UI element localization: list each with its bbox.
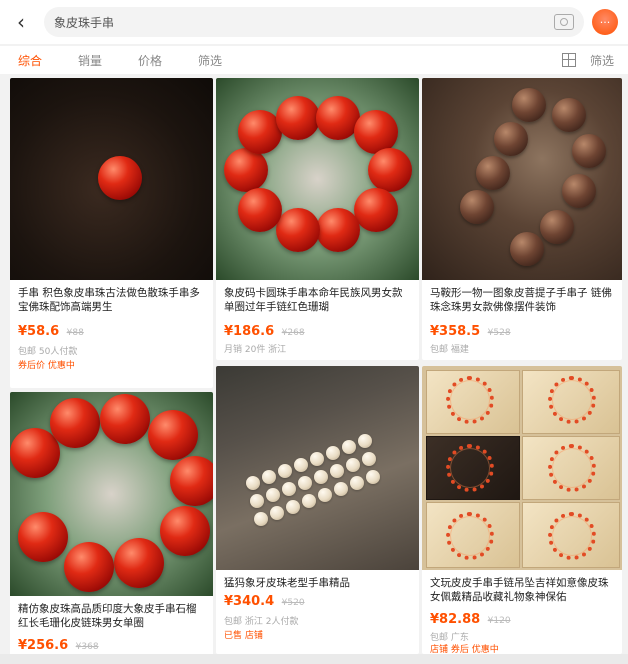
top-bar: ‹ 象皮珠手串 ··· (0, 0, 628, 44)
grid-view-icon[interactable] (561, 53, 576, 67)
product-meta: 包邮 50人付款 (18, 347, 78, 357)
product-meta: 包邮 浙江 2人付款 (224, 617, 299, 627)
product-price: ¥186.6 ¥268 (224, 324, 305, 339)
product-card[interactable]: 文玩皮皮手串手链吊坠吉祥如意像皮珠女佩戴精品收藏礼物象神保佑 ¥82.88 ¥1… (422, 366, 622, 654)
message-icon[interactable]: ··· (592, 9, 618, 35)
product-title[interactable]: 象皮码卡圆珠手串本命年民族风男女款单圈过年手链红色珊瑚 (224, 286, 411, 314)
product-tag: 店铺 券后 优惠中 (430, 645, 499, 654)
product-price: ¥256.6 ¥368 (18, 638, 99, 653)
product-title[interactable]: 手串 积色象皮串珠古法做色散珠手串多宝佛珠配饰高端男生 (18, 286, 205, 314)
product-title[interactable]: 文玩皮皮手串手链吊坠吉祥如意像皮珠女佩戴精品收藏礼物象神保佑 (430, 576, 614, 604)
product-image[interactable] (10, 78, 213, 280)
camera-icon[interactable] (554, 14, 574, 30)
product-image[interactable] (422, 366, 622, 570)
filter-tab-sales[interactable]: 销量 (60, 52, 120, 69)
product-title[interactable]: 精仿象皮珠高品质印度大象皮手串石榴红长毛珊化皮链珠男女单圈 (18, 602, 205, 630)
filter-tab-comprehensive[interactable]: 综合 (0, 52, 60, 69)
list-bottom-edge (0, 654, 628, 664)
product-image[interactable] (216, 366, 419, 570)
product-tag: 已售 店铺 (224, 631, 263, 641)
product-image[interactable] (216, 78, 419, 280)
product-image[interactable] (422, 78, 622, 280)
filter-bar: 综合 销量 价格 筛选 筛选 (0, 46, 628, 74)
product-card[interactable]: 马鞍形一物一图象皮菩提子手串子 链佛珠念珠男女款佛像摆件装饰 ¥358.5 ¥5… (422, 78, 622, 360)
product-price: ¥58.6 ¥88 (18, 324, 84, 339)
product-card[interactable]: 象皮码卡圆珠手串本命年民族风男女款单圈过年手链红色珊瑚 ¥186.6 ¥268 … (216, 78, 419, 360)
product-card[interactable]: 猛犸象牙皮珠老型手串精品 ¥340.4 ¥520 包邮 浙江 2人付款 已售 店… (216, 366, 419, 654)
product-meta: 月销 20件 浙江 (224, 345, 287, 355)
product-image[interactable] (10, 392, 213, 596)
product-title[interactable]: 猛犸象牙皮珠老型手串精品 (224, 576, 411, 590)
product-card[interactable]: 精仿象皮珠高品质印度大象皮手串石榴红长毛珊化皮链珠男女单圈 ¥256.6 ¥36… (10, 392, 213, 664)
product-tag: 券后价 优惠中 (18, 361, 75, 371)
product-price: ¥340.4 ¥520 (224, 594, 305, 609)
filter-icon[interactable]: 筛选 (590, 52, 614, 69)
search-input[interactable]: 象皮珠手串 (54, 14, 554, 31)
product-price: ¥358.5 ¥528 (430, 324, 511, 339)
filter-tab-price[interactable]: 价格 (120, 52, 180, 69)
filter-tab-filter[interactable]: 筛选 (180, 52, 240, 69)
back-arrow-icon[interactable]: ‹ (6, 10, 36, 34)
product-title[interactable]: 马鞍形一物一图象皮菩提子手串子 链佛珠念珠男女款佛像摆件装饰 (430, 286, 614, 314)
search-bar[interactable]: 象皮珠手串 (44, 7, 584, 37)
product-price: ¥82.88 ¥120 (430, 612, 511, 627)
product-meta: 包邮 福建 (430, 345, 469, 355)
product-card[interactable]: 手串 积色象皮串珠古法做色散珠手串多宝佛珠配饰高端男生 ¥58.6 ¥88 包邮… (10, 78, 213, 388)
